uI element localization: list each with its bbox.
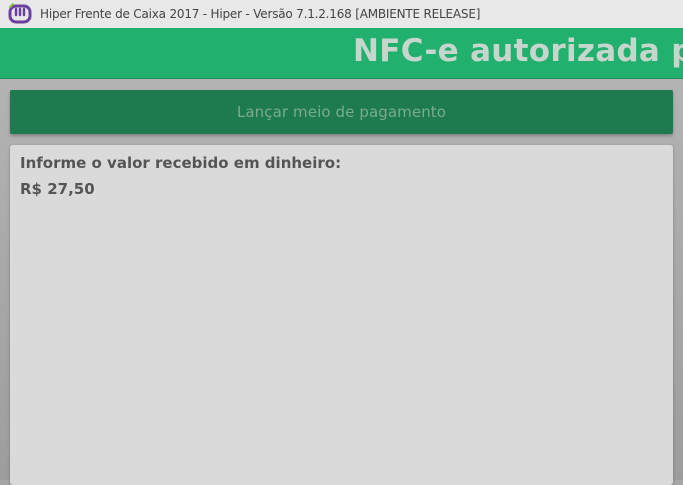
- cash-prompt-label: Informe o valor recebido em dinheiro:: [20, 154, 342, 172]
- status-banner: NFC-e autorizada pel: [0, 28, 683, 79]
- amount-received-value[interactable]: R$ 27,50: [20, 180, 95, 198]
- window-titlebar: Hiper Frente de Caixa 2017 - Hiper - Ver…: [0, 0, 683, 28]
- payment-header-bar: Lançar meio de pagamento: [10, 90, 673, 134]
- payment-panel: Informe o valor recebido em dinheiro: R$…: [10, 145, 673, 485]
- hiper-logo-icon: [7, 3, 33, 25]
- payment-header-label: Lançar meio de pagamento: [236, 103, 447, 121]
- window-title: Hiper Frente de Caixa 2017 - Hiper - Ver…: [40, 7, 481, 21]
- banner-message: NFC-e autorizada pel: [353, 33, 683, 69]
